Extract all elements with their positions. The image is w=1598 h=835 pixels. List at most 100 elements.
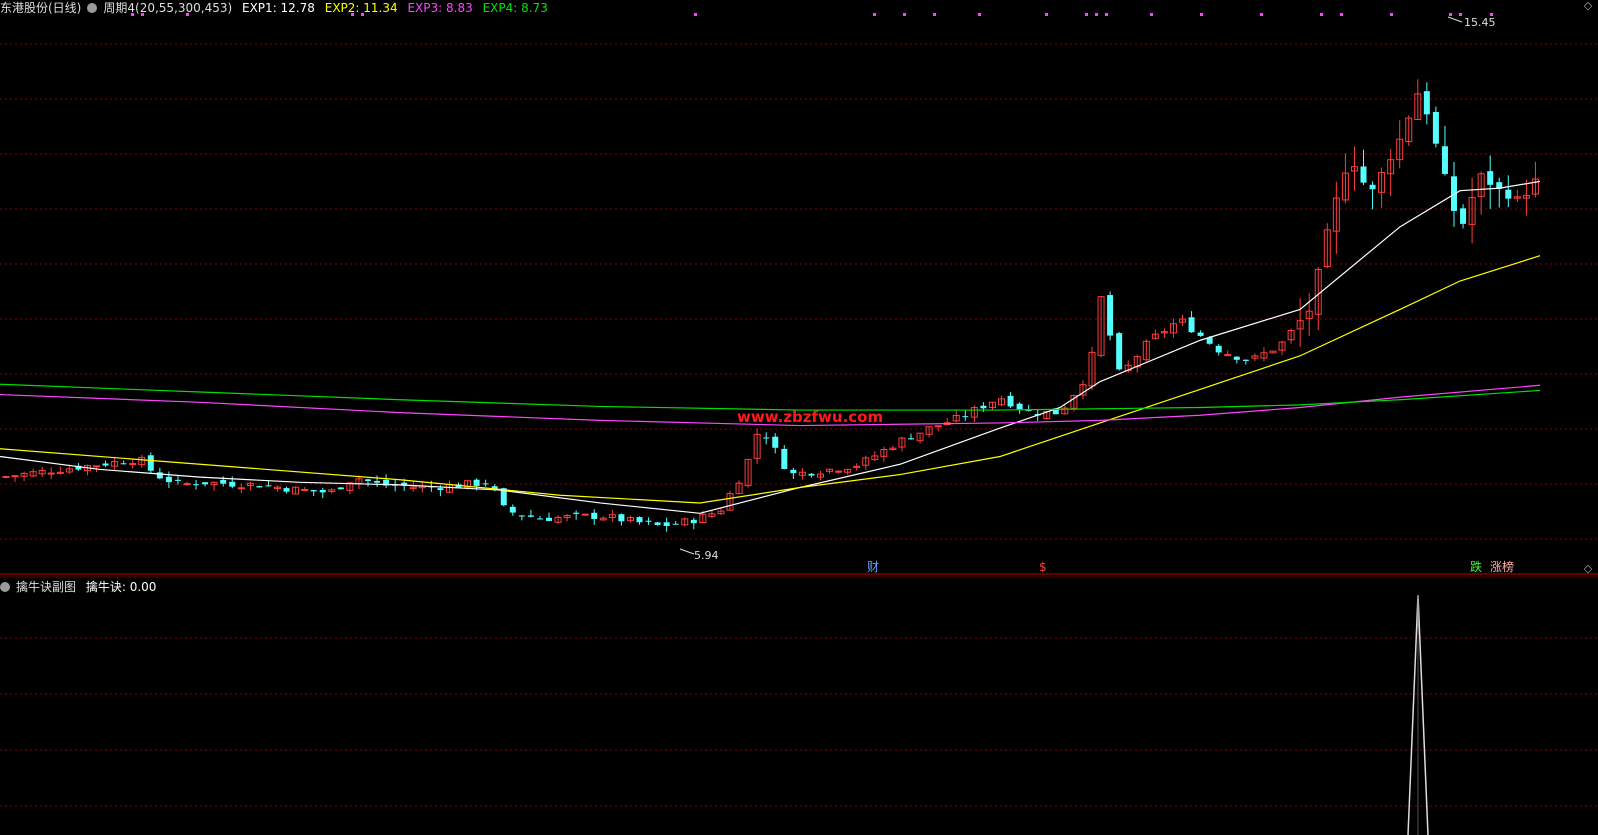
sub-diamond-icon[interactable]: ◇	[1582, 563, 1594, 575]
candle	[38, 466, 46, 477]
candle	[554, 515, 562, 524]
candle	[581, 513, 589, 516]
candle-body	[1197, 332, 1204, 336]
indicator-name[interactable]: 周期4(20,55,300,453)	[103, 1, 232, 15]
candle	[1460, 204, 1467, 229]
candle	[781, 445, 788, 470]
candle	[645, 517, 652, 525]
signal-dot	[978, 13, 981, 16]
candle	[934, 425, 942, 432]
signal-dot	[1200, 13, 1203, 16]
candle	[546, 512, 552, 522]
marker-die[interactable]: 跌	[1470, 559, 1482, 574]
candle	[418, 481, 426, 493]
candle	[1432, 106, 1439, 148]
candle	[2, 475, 10, 479]
signal-dot	[1449, 13, 1452, 16]
candle	[111, 456, 119, 471]
sub-indicator-name[interactable]: 擒牛诀副图	[16, 580, 76, 594]
candle-body	[229, 481, 236, 487]
candle	[1522, 179, 1530, 216]
candle	[626, 515, 634, 523]
signal-dot	[933, 13, 936, 16]
candle	[237, 483, 245, 494]
candle-body	[174, 479, 181, 481]
settings-circle-icon[interactable]	[87, 3, 98, 13]
candle	[817, 470, 824, 481]
stock-title: 东港股份(日线)	[0, 1, 82, 15]
candle-body	[1116, 333, 1123, 370]
candle	[798, 468, 806, 480]
candle	[1387, 149, 1395, 197]
candle	[274, 485, 281, 492]
candle-body	[527, 515, 534, 517]
candle	[11, 475, 19, 482]
candle-body	[473, 479, 480, 486]
sub-settings-circle-icon[interactable]	[0, 582, 10, 592]
ma-line-exp1	[0, 180, 1541, 514]
candle-body	[1487, 171, 1494, 185]
candle	[283, 486, 290, 494]
candle-body	[1441, 146, 1448, 174]
exp3-readout: EXP3: 8.83	[407, 1, 473, 15]
candle-body	[237, 487, 245, 490]
signal-dot	[1260, 13, 1263, 16]
candle	[735, 480, 743, 495]
candle-body	[310, 490, 317, 492]
candle	[1332, 181, 1340, 254]
signal-dot	[903, 13, 906, 16]
signal-dot	[1085, 13, 1088, 16]
marker-zhangbang[interactable]: 涨榜	[1490, 559, 1514, 574]
candle	[1323, 223, 1331, 268]
candle-body	[283, 488, 290, 492]
signal-dot	[1390, 13, 1393, 16]
candle	[599, 516, 607, 521]
candle-body	[365, 479, 371, 481]
candle	[518, 515, 525, 521]
candle	[1097, 295, 1105, 358]
candle	[1513, 189, 1521, 203]
marker-cai[interactable]: 财	[867, 560, 879, 574]
signal-dot	[1459, 13, 1462, 16]
candle-body	[654, 522, 661, 525]
candle-body	[573, 512, 580, 514]
candle	[409, 481, 417, 492]
main-chart[interactable]: www.zbzfwu.com 15.45 5.94 财 $ 跌 涨榜	[0, 0, 1598, 835]
candle	[853, 463, 861, 471]
sub-lines	[1407, 594, 1429, 835]
candle	[1505, 175, 1512, 208]
high-label: 15.45	[1464, 16, 1496, 29]
candle	[1242, 359, 1249, 365]
candle	[292, 486, 300, 495]
candle	[102, 460, 109, 468]
candle	[1269, 350, 1277, 354]
candle	[1188, 311, 1195, 333]
candle	[328, 488, 336, 494]
candle	[310, 489, 317, 497]
candle	[681, 517, 689, 527]
candle	[202, 482, 209, 487]
candle	[536, 516, 543, 520]
candle	[1341, 153, 1349, 204]
candle	[383, 474, 390, 489]
candle	[591, 509, 598, 525]
candle	[1233, 356, 1240, 364]
candle	[1314, 267, 1322, 331]
candle	[1477, 171, 1485, 215]
candle-body	[1016, 403, 1023, 410]
candle	[1260, 347, 1268, 362]
candle-body	[908, 438, 914, 440]
candle	[925, 426, 933, 438]
candle-body	[156, 472, 163, 479]
marker-dollar[interactable]: $	[1039, 560, 1047, 574]
candle-body	[193, 484, 200, 486]
candle-body	[256, 486, 263, 488]
candle	[165, 471, 172, 489]
candle-body	[1107, 295, 1114, 336]
candle	[365, 478, 371, 487]
diamond-icon[interactable]: ◇	[1582, 0, 1594, 12]
signal-dot	[1105, 13, 1108, 16]
candle	[1215, 344, 1222, 356]
candle	[1224, 350, 1232, 357]
candle	[246, 481, 254, 491]
